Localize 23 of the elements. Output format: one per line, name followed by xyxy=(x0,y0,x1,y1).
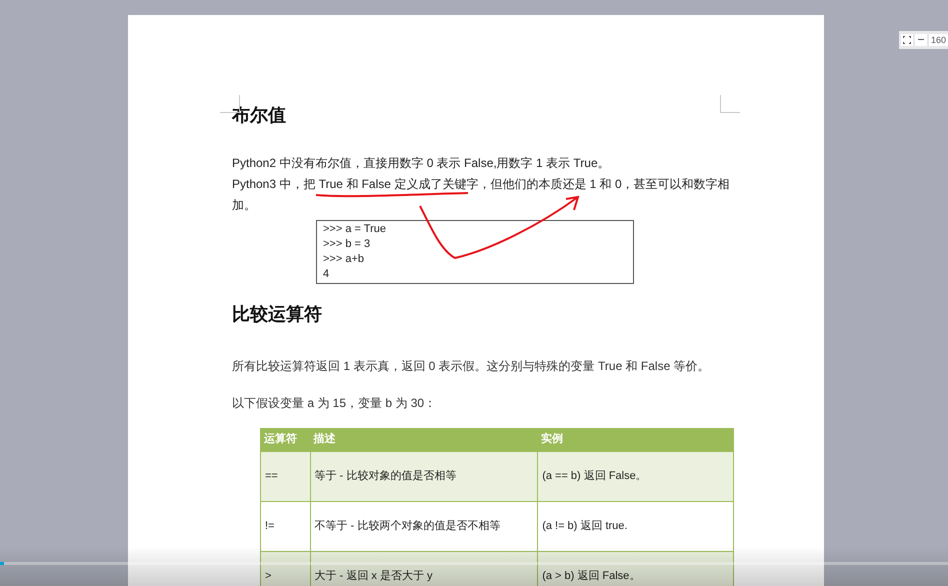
table-cell: (a == b) 返回 False。 xyxy=(538,451,734,501)
table-cell: 不等于 - 比较两个对象的值是否不相等 xyxy=(310,501,538,551)
table-cell: != xyxy=(260,501,310,551)
code-line: >>> b = 3 xyxy=(323,237,372,252)
table-cell: (a != b) 返回 true. xyxy=(538,501,734,551)
body-paragraph: Python2 中没有布尔值，直接用数字 0 表示 False,用数字 1 表示 True。 xyxy=(232,155,611,172)
code-line: 4 xyxy=(323,267,330,282)
fit-icon[interactable] xyxy=(901,34,913,46)
table-cell: > xyxy=(260,551,310,586)
table-cell: == xyxy=(260,451,310,501)
code-line: >>> a = True xyxy=(323,222,387,237)
column-header: 实例 xyxy=(538,428,734,451)
zoom-out-icon[interactable] xyxy=(915,34,927,46)
body-paragraph: 所有比较运算符返回 1 表示真，返回 0 表示假。这分别与特殊的变量 True 和 False 等价。 xyxy=(232,358,711,375)
column-header: 描述 xyxy=(310,428,538,451)
body-paragraph: 以下假设变量 a 为 15，变量 b 为 30： xyxy=(232,395,438,412)
column-header: 运算符 xyxy=(260,428,310,451)
margin-corner-mark xyxy=(720,95,740,113)
body-paragraph: Python3 中，把 True 和 False 定义成了关键字，但他们的本质还是 1 和 0，甚至可以和数字相加。 xyxy=(232,176,731,214)
section-heading: 比较运算符 xyxy=(232,303,323,326)
table-cell: 等于 - 比较对象的值是否相等 xyxy=(310,451,538,501)
zoom-reading: 160 xyxy=(929,34,948,46)
code-line: >>> a+b xyxy=(323,252,365,267)
